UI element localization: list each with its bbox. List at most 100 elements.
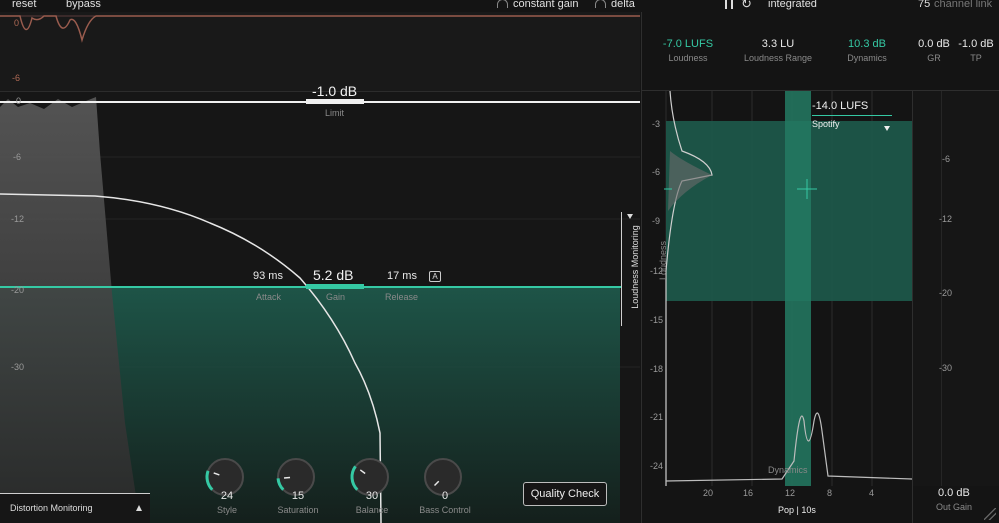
stat-gr-value: 0.0 dB — [918, 38, 950, 50]
bypass-button[interactable]: bypass — [66, 0, 101, 10]
target-underline — [812, 115, 892, 116]
out-scale-20: -20 — [939, 288, 953, 298]
chevron-icon[interactable] — [627, 214, 633, 219]
loudness-monitoring-label: Loudness Monitoring — [630, 225, 640, 309]
attack-value[interactable]: 93 ms — [253, 270, 283, 282]
graph-x-16: 16 — [743, 488, 754, 498]
top-scale-6: -6 — [12, 73, 21, 83]
stat-loudness-range: 3.3 LU Loudness Range — [735, 38, 821, 63]
out-scale-12: -12 — [939, 214, 953, 224]
scale-12: -12 — [11, 214, 25, 224]
graph-y-15: -15 — [650, 315, 664, 325]
chevron-up-icon — [136, 505, 142, 511]
quality-check-button[interactable]: Quality Check — [523, 482, 607, 506]
bass-control-label: Bass Control — [419, 505, 471, 515]
stat-loudness-label: Loudness — [668, 53, 708, 63]
stat-tp-value: -1.0 dB — [958, 38, 994, 50]
distortion-monitoring-dropdown[interactable]: Distortion Monitoring — [0, 493, 150, 523]
stat-dynamics-label: Dynamics — [847, 53, 887, 63]
constant-gain-toggle[interactable]: constant gain — [513, 0, 578, 10]
knob-level-arc — [205, 470, 214, 491]
stat-gr-label: GR — [927, 53, 941, 63]
style-value: 24 — [220, 490, 234, 502]
scale-20: -20 — [11, 285, 25, 295]
loudness-monitoring-tab[interactable]: Loudness Monitoring — [621, 212, 640, 326]
stat-gr: 0.0 dB GR — [913, 38, 955, 63]
graph-y-21: -21 — [650, 412, 664, 422]
graph-x-12: 12 — [785, 488, 796, 498]
distortion-monitoring-label: Distortion Monitoring — [10, 503, 93, 513]
gain-value[interactable]: 5.2 dB — [313, 267, 353, 283]
pause-icon[interactable] — [725, 0, 733, 9]
target-preset[interactable]: Spotify — [812, 119, 892, 129]
stat-loudness: -7.0 LUFS Loudness — [648, 38, 728, 63]
saturation-label: Saturation — [277, 505, 319, 515]
reset-loop-icon[interactable]: ↻ — [741, 0, 752, 12]
graph-y-24: -24 — [650, 461, 664, 471]
input-history-strip — [0, 12, 640, 92]
stat-tp-label: TP — [970, 53, 982, 63]
limit-handle[interactable] — [306, 99, 364, 104]
graph-x-20: 20 — [703, 488, 714, 498]
reset-button[interactable]: reset — [12, 0, 36, 10]
delta-toggle[interactable]: delta — [611, 0, 635, 10]
out-gain-value[interactable]: 0.0 dB — [938, 487, 970, 499]
top-scale-0: 0 — [14, 18, 20, 28]
knob-level-arc — [350, 465, 359, 491]
measurement-mode[interactable]: integrated — [768, 0, 817, 10]
stat-tp: -1.0 dB TP — [955, 38, 997, 63]
saturation-value: 15 — [291, 490, 305, 502]
channel-link-label: channel link — [934, 0, 993, 10]
loudness-dynamics-graph — [642, 91, 912, 486]
headphones-icon[interactable] — [497, 0, 508, 8]
limiter-graph — [0, 97, 640, 523]
stat-dynamics-value: 10.3 dB — [848, 38, 886, 50]
chevron-down-icon[interactable] — [884, 126, 890, 131]
scale-6: -6 — [13, 152, 22, 162]
resize-grip-icon[interactable] — [984, 508, 996, 520]
graph-y-3: -3 — [652, 119, 661, 129]
graph-y-18: -18 — [650, 364, 664, 374]
target-value[interactable]: -14.0 LUFS — [812, 100, 892, 112]
dynamics-axis-label: Dynamics — [768, 465, 808, 475]
limit-label: Limit — [325, 108, 345, 118]
balance-label: Balance — [355, 505, 389, 515]
gain-label: Gain — [326, 292, 346, 302]
stat-range-value: 3.3 LU — [761, 38, 795, 50]
style-knob[interactable]: 24 Style — [205, 458, 248, 523]
target-selector[interactable]: -14.0 LUFS Spotify — [812, 100, 892, 134]
out-scale-30: -30 — [939, 363, 953, 373]
bass-control-knob[interactable]: 0 Bass Control — [419, 458, 471, 523]
graph-x-8: 8 — [827, 488, 833, 498]
stat-loudness-value: -7.0 LUFS — [662, 38, 714, 50]
graph-y-9: -9 — [652, 216, 661, 226]
gain-handle[interactable] — [306, 284, 364, 289]
style-label: Style — [216, 505, 237, 515]
channel-link-value[interactable]: 75 — [918, 0, 930, 10]
balance-knob[interactable]: 30 Balance — [350, 458, 393, 523]
knob-pointer — [213, 472, 220, 476]
limit-value[interactable]: -1.0 dB — [312, 83, 357, 99]
stat-dynamics: 10.3 dB Dynamics — [832, 38, 902, 63]
saturation-knob[interactable]: 15 Saturation — [276, 458, 319, 523]
bass-control-value: 0 — [441, 490, 449, 502]
scale-0: 0 — [16, 96, 22, 106]
graph-x-4: 4 — [869, 488, 875, 498]
genre-preset-selector[interactable]: Pop | 10s — [778, 505, 816, 515]
loudness-axis-label: Loudness — [658, 240, 668, 280]
knob-pointer — [359, 469, 366, 475]
graph-y-6: -6 — [652, 167, 661, 177]
auto-release-toggle[interactable]: A — [429, 271, 441, 282]
out-scale-6: -6 — [942, 154, 951, 164]
attack-label: Attack — [256, 292, 282, 302]
scale-30: -30 — [11, 362, 25, 372]
knob-pointer — [433, 480, 440, 487]
headphones-icon[interactable] — [595, 0, 606, 8]
release-label: Release — [385, 292, 419, 302]
balance-value: 30 — [365, 490, 379, 502]
stat-range-label: Loudness Range — [743, 53, 813, 63]
out-gain-label: Out Gain — [936, 502, 973, 512]
knob-level-arc — [276, 478, 285, 491]
out-meter — [913, 91, 999, 486]
release-value[interactable]: 17 ms — [387, 270, 417, 282]
